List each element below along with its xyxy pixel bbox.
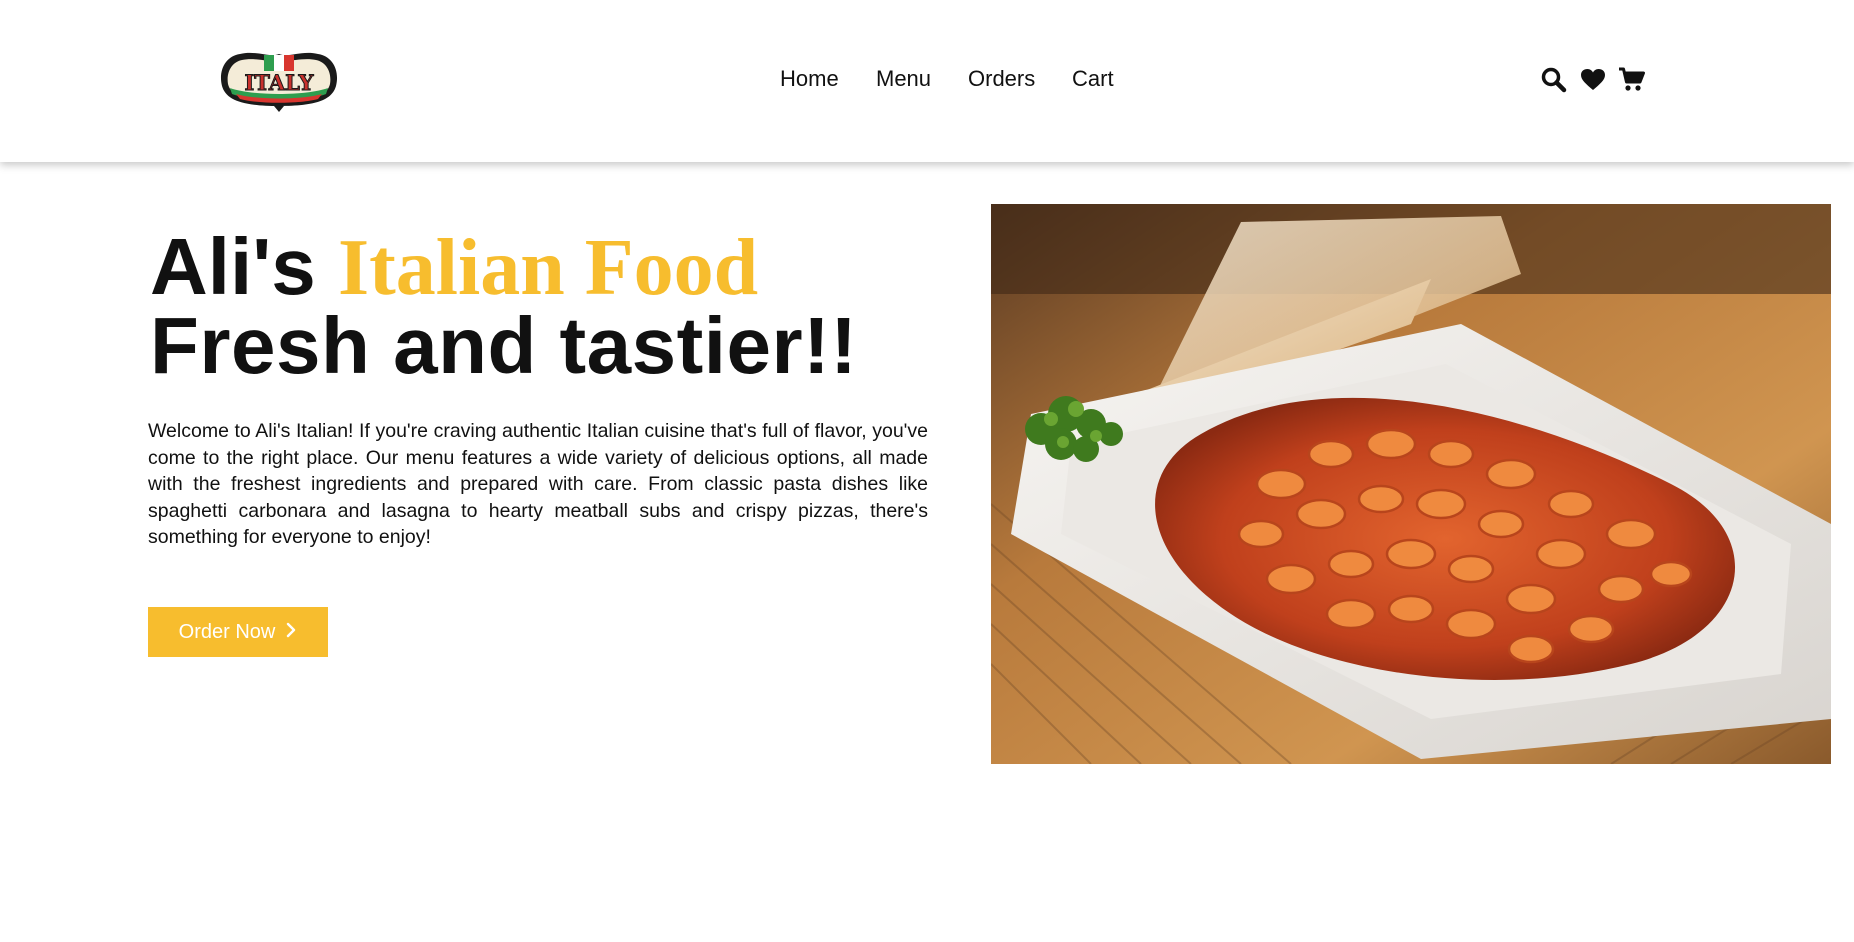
heart-icon[interactable] bbox=[1579, 66, 1607, 94]
order-now-button[interactable]: Order Now bbox=[148, 607, 328, 657]
search-icon[interactable] bbox=[1540, 66, 1568, 94]
nav-home-link[interactable]: Home bbox=[780, 64, 839, 94]
hero-title-accent: Italian Food bbox=[337, 224, 759, 312]
chevron-right-icon bbox=[285, 621, 297, 644]
nav-menu-link[interactable]: Menu bbox=[876, 64, 931, 94]
order-now-label: Order Now bbox=[178, 620, 276, 643]
hero-title: Ali's Italian Food Fresh and tastier!! bbox=[150, 222, 970, 390]
nav-orders-link[interactable]: Orders bbox=[968, 64, 1035, 94]
cart-icon[interactable] bbox=[1618, 66, 1646, 94]
main-nav: Home Menu Orders Cart bbox=[0, 64, 1854, 94]
navbar: ITALY Home Menu Orders Cart bbox=[0, 0, 1854, 162]
hero-title-line1: Ali's Italian Food bbox=[150, 222, 970, 312]
pasta-dish-photo bbox=[991, 204, 1831, 764]
nav-cart-link[interactable]: Cart bbox=[1072, 64, 1114, 94]
hero-description: Welcome to Ali's Italian! If you're crav… bbox=[148, 420, 928, 548]
hero-title-line2: Fresh and tastier!! bbox=[150, 301, 858, 390]
hero-title-name: Ali's bbox=[150, 222, 316, 311]
